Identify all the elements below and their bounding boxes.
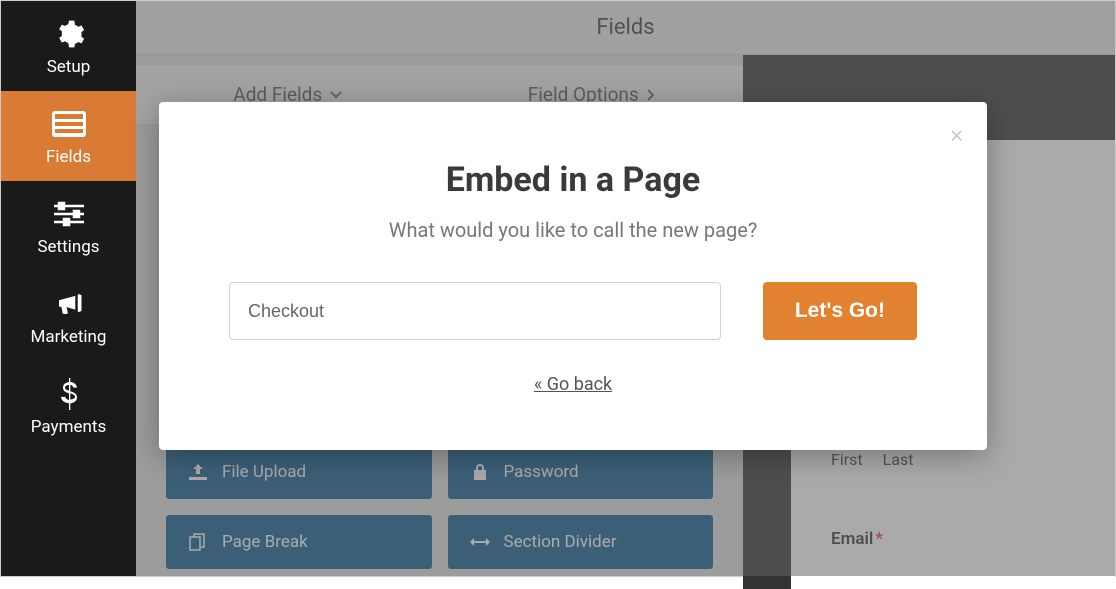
go-back-link[interactable]: « Go back [534, 374, 612, 395]
preview-first-label: First [831, 450, 863, 469]
divider-icon [470, 536, 490, 548]
bullhorn-icon [51, 289, 87, 319]
field-label: Page Break [222, 532, 308, 552]
page-title: Fields [136, 1, 1115, 55]
sidebar-label: Marketing [31, 327, 107, 347]
close-button[interactable]: × [950, 120, 963, 148]
required-asterisk: * [875, 529, 883, 549]
sidebar-item-setup[interactable]: Setup [1, 1, 136, 91]
field-label: Section Divider [504, 532, 617, 552]
dollar-icon [51, 379, 87, 409]
sidebar-item-settings[interactable]: Settings [1, 181, 136, 271]
field-file-upload[interactable]: File Upload [166, 445, 432, 499]
copy-icon [188, 533, 208, 551]
page-name-input[interactable] [229, 282, 721, 340]
field-section-divider[interactable]: Section Divider [448, 515, 714, 569]
chevron-right-icon [647, 89, 655, 101]
sidebar-label: Settings [37, 237, 99, 257]
preview-last-label: Last [883, 450, 914, 469]
chevron-down-icon [330, 91, 342, 99]
upload-icon [188, 464, 208, 480]
sidebar-label: Fields [46, 147, 91, 167]
lets-go-button[interactable]: Let's Go! [763, 282, 917, 340]
sidebar-item-marketing[interactable]: Marketing [1, 271, 136, 361]
field-page-break[interactable]: Page Break [166, 515, 432, 569]
field-label: File Upload [222, 462, 306, 482]
preview-email-text: Email [831, 529, 873, 549]
modal-subtitle: What would you like to call the new page… [209, 218, 937, 242]
sliders-icon [51, 199, 87, 229]
sidebar-item-payments[interactable]: Payments [1, 361, 136, 451]
gear-icon [51, 19, 87, 49]
field-label: Password [504, 462, 579, 482]
modal-title: Embed in a Page [209, 160, 937, 200]
sidebar: Setup Fields Settings Marketing Payments [1, 1, 136, 576]
lock-icon [470, 463, 490, 481]
sidebar-label: Payments [31, 417, 106, 437]
sidebar-label: Setup [47, 57, 91, 77]
field-password[interactable]: Password [448, 445, 714, 499]
sidebar-item-fields[interactable]: Fields [1, 91, 136, 181]
embed-modal: × Embed in a Page What would you like to… [159, 102, 987, 450]
form-icon [51, 109, 87, 139]
preview-email-label: Email* [791, 529, 1095, 549]
